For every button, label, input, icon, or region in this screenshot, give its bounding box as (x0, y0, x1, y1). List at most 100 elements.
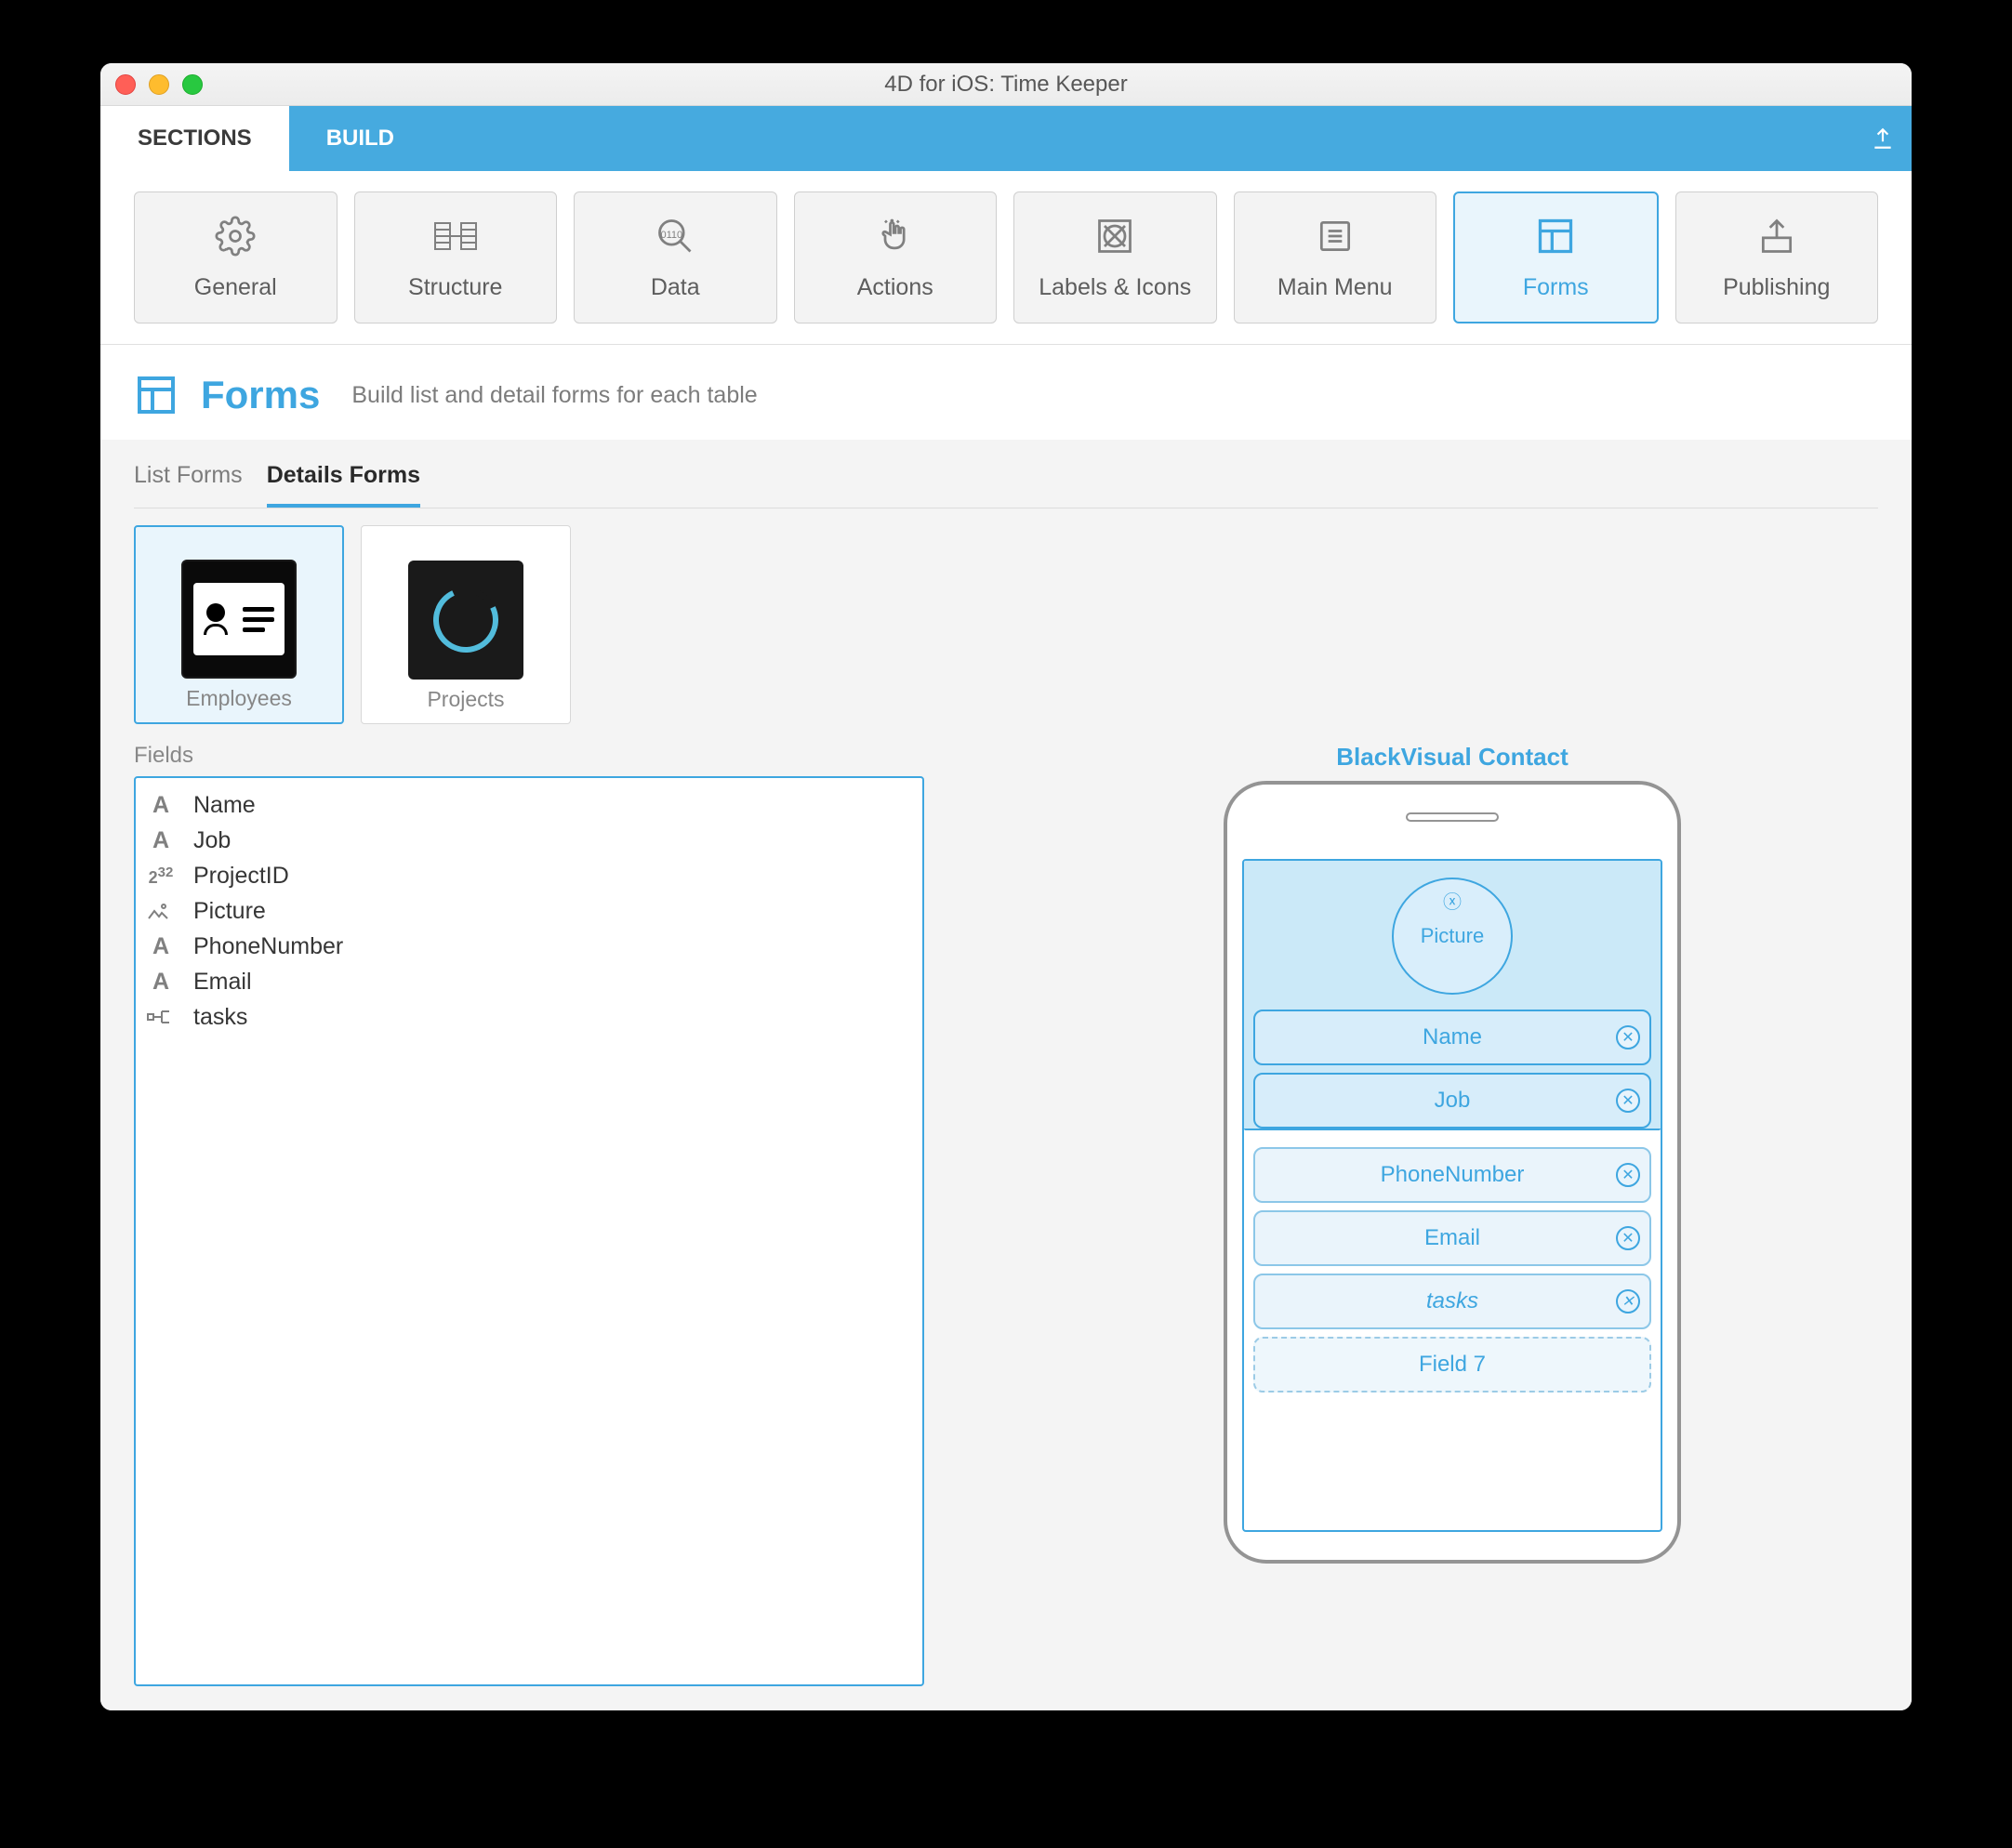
slot-job[interactable]: Job ✕ (1253, 1073, 1651, 1129)
slot-label: Name (1423, 1024, 1482, 1050)
projects-thumbnail (408, 561, 523, 680)
forms-icon (1535, 215, 1576, 257)
remove-icon[interactable]: ✕ (1616, 1089, 1640, 1113)
slot-label: tasks (1426, 1288, 1478, 1314)
svg-text:0110: 0110 (661, 229, 683, 240)
picture-type-icon (147, 902, 175, 920)
subtab-details-forms[interactable]: Details Forms (267, 453, 420, 508)
slot-name[interactable]: Name ✕ (1253, 1010, 1651, 1065)
app-window: 4D for iOS: Time Keeper SECTIONS BUILD G… (100, 63, 1912, 1710)
nav-label: Main Menu (1277, 274, 1393, 301)
top-tabbar: SECTIONS BUILD (100, 106, 1912, 171)
template-name: BlackVisual Contact (1336, 743, 1569, 772)
editor-area: Fields A Name A Job 232 ProjectID (134, 743, 1878, 1686)
remove-icon[interactable]: ✕ (1616, 1226, 1640, 1250)
slot-placeholder[interactable]: Field 7 (1253, 1337, 1651, 1393)
slot-label: PhoneNumber (1381, 1162, 1525, 1188)
nav-main-menu[interactable]: Main Menu (1234, 191, 1437, 323)
menu-icon (1315, 215, 1356, 257)
nav-data[interactable]: 0110 Data (574, 191, 777, 323)
phone-frame: ⓧ Picture Name ✕ Job ✕ (1224, 781, 1681, 1564)
field-item-picture[interactable]: Picture (147, 893, 911, 929)
text-type-icon: A (147, 969, 175, 996)
field-label: tasks (193, 1004, 247, 1031)
nav-label: General (194, 274, 277, 301)
titlebar: 4D for iOS: Time Keeper (100, 63, 1912, 106)
remove-icon[interactable]: ⓧ (1443, 887, 1462, 914)
fields-column: Fields A Name A Job 232 ProjectID (134, 743, 924, 1686)
hero-section: ⓧ Picture Name ✕ Job ✕ (1244, 861, 1661, 1130)
preview-column: BlackVisual Contact ⓧ Picture Name (1026, 743, 1878, 1686)
fields-list[interactable]: A Name A Job 232 ProjectID (134, 776, 924, 1686)
tab-sections[interactable]: SECTIONS (100, 106, 289, 171)
structure-icon (432, 215, 479, 257)
nav-label: Actions (857, 274, 933, 301)
field-label: Job (193, 827, 231, 854)
tab-build[interactable]: BUILD (289, 106, 431, 171)
slot-label: Email (1424, 1225, 1480, 1251)
field-label: Name (193, 792, 256, 819)
nav-forms[interactable]: Forms (1453, 191, 1659, 323)
section-nav: General Structure 0110 Data Actions (100, 171, 1912, 345)
nav-label: Labels & Icons (1039, 274, 1191, 301)
employees-thumbnail (181, 560, 297, 679)
work-area: List Forms Details Forms (100, 440, 1912, 1710)
field-label: Email (193, 969, 252, 996)
gear-icon (215, 215, 256, 257)
maximize-window-button[interactable] (182, 74, 203, 95)
tab-spacer (431, 106, 1854, 171)
field-item-tasks[interactable]: tasks (147, 999, 911, 1035)
labels-icon (1094, 215, 1135, 257)
close-window-button[interactable] (115, 74, 136, 95)
nav-publishing[interactable]: Publishing (1675, 191, 1879, 323)
picture-slot[interactable]: ⓧ Picture (1392, 878, 1513, 995)
publishing-icon (1756, 215, 1797, 257)
field-item-phonenumber[interactable]: A PhoneNumber (147, 929, 911, 964)
integer-type-icon: 232 (147, 865, 175, 888)
subtab-list-forms[interactable]: List Forms (134, 453, 243, 508)
remove-icon[interactable]: ✕ (1616, 1025, 1640, 1049)
slot-phonenumber[interactable]: PhoneNumber ✕ (1253, 1147, 1651, 1203)
remove-icon[interactable]: ✕ (1616, 1289, 1640, 1313)
slot-label: Picture (1421, 924, 1484, 948)
traffic-lights (115, 74, 203, 95)
upload-button[interactable] (1854, 106, 1912, 171)
phone-speaker (1406, 812, 1499, 822)
field-label: ProjectID (193, 863, 289, 890)
slot-tasks[interactable]: tasks ✕ (1253, 1274, 1651, 1329)
page-subtitle: Build list and detail forms for each tab… (351, 382, 757, 409)
text-type-icon: A (147, 827, 175, 854)
nav-actions[interactable]: Actions (794, 191, 998, 323)
nav-structure[interactable]: Structure (354, 191, 558, 323)
data-icon: 0110 (655, 215, 695, 257)
minimize-window-button[interactable] (149, 74, 169, 95)
field-label: PhoneNumber (193, 933, 343, 960)
slot-label: Job (1435, 1088, 1471, 1114)
nav-label: Data (651, 274, 700, 301)
table-label: Employees (186, 686, 292, 711)
window-title: 4D for iOS: Time Keeper (100, 72, 1912, 98)
table-label: Projects (427, 687, 504, 712)
text-type-icon: A (147, 933, 175, 960)
form-subtabs: List Forms Details Forms (134, 440, 1878, 508)
field-item-name[interactable]: A Name (147, 787, 911, 823)
field-item-job[interactable]: A Job (147, 823, 911, 858)
table-card-employees[interactable]: Employees (134, 525, 344, 724)
field-item-email[interactable]: A Email (147, 964, 911, 999)
body-section: PhoneNumber ✕ Email ✕ tasks ✕ (1244, 1130, 1661, 1393)
slot-email[interactable]: Email ✕ (1253, 1210, 1651, 1266)
field-label: Picture (193, 898, 266, 925)
remove-icon[interactable]: ✕ (1616, 1163, 1640, 1187)
actions-icon (875, 215, 916, 257)
nav-label: Structure (408, 274, 502, 301)
table-selector: Employees Projects (134, 508, 1878, 743)
field-item-projectid[interactable]: 232 ProjectID (147, 858, 911, 893)
nav-label: Publishing (1723, 274, 1830, 301)
nav-general[interactable]: General (134, 191, 338, 323)
nav-labels-icons[interactable]: Labels & Icons (1013, 191, 1217, 323)
slot-label: Field 7 (1419, 1352, 1486, 1378)
nav-label: Forms (1523, 274, 1589, 301)
table-card-projects[interactable]: Projects (361, 525, 571, 724)
text-type-icon: A (147, 792, 175, 819)
form-canvas[interactable]: ⓧ Picture Name ✕ Job ✕ (1242, 859, 1662, 1532)
